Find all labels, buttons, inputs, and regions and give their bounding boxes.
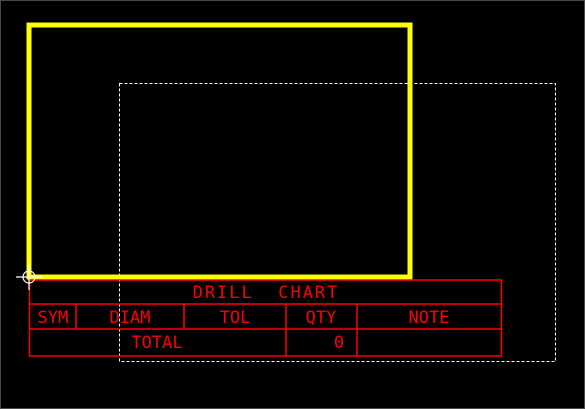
selection-box[interactable] bbox=[119, 83, 556, 362]
drill-chart-col-note: NOTE bbox=[409, 308, 450, 328]
drill-chart-total-qty: 0 bbox=[334, 333, 344, 353]
drill-chart-col-diam: DIAM bbox=[110, 308, 151, 328]
drill-chart-col-sym: SYM bbox=[38, 308, 69, 328]
pcb-layout-canvas[interactable]: DRILL CHART SYM DIAM TOL QTY NOTE TOTAL … bbox=[0, 0, 585, 409]
drill-chart-total-label: TOTAL bbox=[131, 333, 182, 353]
drill-chart-title: DRILL CHART bbox=[193, 283, 340, 303]
crosshair-cursor-icon[interactable] bbox=[16, 264, 42, 290]
drill-chart-col-tol: TOL bbox=[220, 308, 251, 328]
layout-drawing[interactable]: DRILL CHART SYM DIAM TOL QTY NOTE TOTAL … bbox=[0, 0, 585, 409]
drill-chart-col-qty: QTY bbox=[306, 308, 337, 328]
board-outline[interactable] bbox=[26, 22, 413, 280]
